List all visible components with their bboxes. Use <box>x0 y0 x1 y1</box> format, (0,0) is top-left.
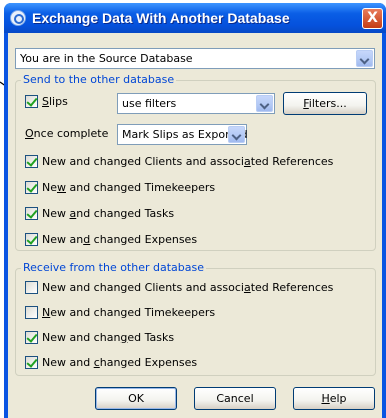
app-icon <box>10 10 26 26</box>
send-clients-checkbox[interactable] <box>25 155 38 168</box>
receive-clients-checkbox[interactable] <box>25 281 38 294</box>
location-select-value: You are in the Source Database <box>20 52 193 65</box>
send-tasks-label: New and changed Tasks <box>42 207 175 220</box>
once-complete-label: Once complete <box>25 127 109 140</box>
send-expenses-checkbox[interactable] <box>25 233 38 246</box>
filters-button[interactable]: Filters... <box>283 92 367 115</box>
slips-filter-value: use filters <box>122 97 177 110</box>
receive-timekeepers-checkbox[interactable] <box>25 306 38 319</box>
dialog-body: You are in the Source Database Send to t… <box>8 33 382 418</box>
receive-tasks-label: New and changed Tasks <box>42 331 175 344</box>
send-clients-label: New and changed Clients and associated R… <box>42 155 334 168</box>
receive-clients-label: New and changed Clients and associated R… <box>42 281 334 294</box>
receive-tasks-checkbox[interactable] <box>25 331 38 344</box>
send-tasks-checkbox[interactable] <box>25 207 38 220</box>
close-button[interactable]: X <box>362 8 383 29</box>
slips-filter-select[interactable]: use filters <box>117 93 275 114</box>
location-select[interactable]: You are in the Source Database <box>15 48 375 69</box>
window-title: Exchange Data With Another Database <box>32 10 290 26</box>
cancel-button[interactable]: Cancel <box>194 387 276 410</box>
slips-checkbox[interactable] <box>25 95 38 108</box>
receive-timekeepers-label: New and changed Timekeepers <box>42 306 216 319</box>
send-expenses-label: New and changed Expenses <box>42 233 198 246</box>
send-timekeepers-checkbox[interactable] <box>25 181 38 194</box>
slips-label: Slips <box>42 95 68 108</box>
help-button[interactable]: Help <box>293 387 375 410</box>
send-group-legend: Send to the other database <box>21 73 177 86</box>
receive-expenses-checkbox[interactable] <box>25 356 38 369</box>
once-complete-select[interactable]: Mark Slips as Exported <box>117 124 248 145</box>
receive-group-legend: Receive from the other database <box>21 261 207 274</box>
title-bar: Exchange Data With Another Database X <box>4 3 386 33</box>
chevron-down-icon[interactable] <box>256 95 273 112</box>
receive-expenses-label: New and changed Expenses <box>42 356 198 369</box>
ok-button[interactable]: OK <box>95 387 177 410</box>
chevron-down-icon[interactable] <box>356 50 373 67</box>
send-timekeepers-label: New and changed Timekeepers <box>42 181 216 194</box>
dialog-window: Exchange Data With Another Database X Yo… <box>4 3 386 418</box>
chevron-down-icon[interactable] <box>228 126 245 143</box>
